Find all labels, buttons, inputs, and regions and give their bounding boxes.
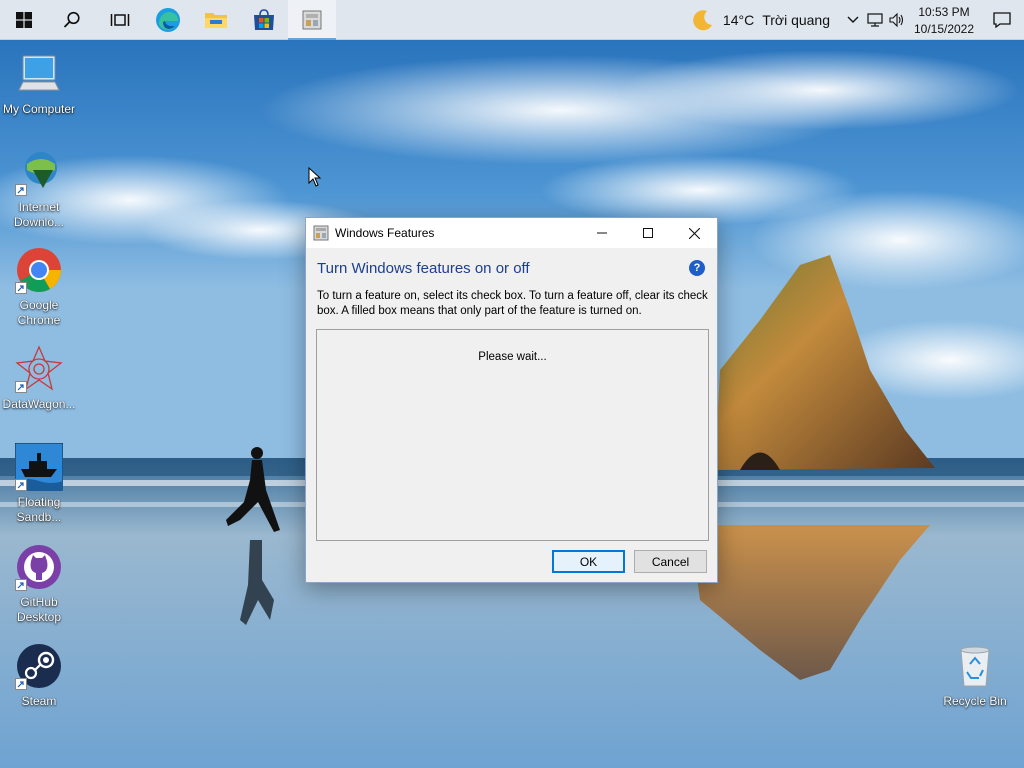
recycle-bin-icon [960, 646, 990, 687]
desktop-icon-floating-sandbox[interactable]: Floating Sandb... [0, 442, 78, 525]
action-center-button[interactable] [980, 0, 1024, 40]
desktop-icon-steam[interactable]: Steam [0, 642, 78, 709]
desktop-icon-github-desktop[interactable]: GitHub Desktop [0, 543, 78, 625]
system-tray: 14°C Trời quang 10:53 PM 10/15/2022 [683, 0, 1024, 40]
desktop-icon-label: My Computer [2, 102, 76, 116]
folder-icon [205, 12, 227, 28]
edge-button[interactable] [144, 0, 192, 40]
desktop-icon-label: Steam [21, 694, 57, 708]
windows-features-taskbar-button[interactable] [288, 0, 336, 40]
shortcut-arrow-icon [15, 579, 27, 591]
shortcut-arrow-icon [15, 678, 27, 690]
weather-temperature: 14°C [722, 11, 755, 28]
computer-icon [18, 55, 60, 91]
dialog-heading: Turn Windows features on or off [317, 260, 530, 277]
windows-features-icon [313, 225, 329, 241]
network-icon [867, 12, 883, 27]
edge-icon [156, 7, 180, 32]
file-explorer-button[interactable] [192, 0, 240, 40]
shortcut-arrow-icon [15, 479, 27, 491]
desktop-icon-label: Google Chrome [17, 298, 61, 327]
mouse-cursor-icon [308, 167, 322, 187]
volume-button[interactable] [886, 0, 908, 40]
help-icon[interactable]: ? [689, 260, 705, 276]
desktop-icon-datawagon[interactable]: DataWagon... [0, 345, 78, 412]
desktop-icon-google-chrome[interactable]: Google Chrome [0, 246, 78, 328]
maximize-button[interactable] [625, 218, 671, 248]
show-hidden-icons-button[interactable] [842, 0, 864, 40]
dialog-titlebar[interactable]: Windows Features [306, 218, 717, 248]
close-icon [688, 227, 700, 239]
windows-features-icon [302, 10, 322, 29]
chevron-up-icon [847, 16, 859, 23]
windows-logo-icon [16, 11, 32, 28]
network-button[interactable] [864, 0, 886, 40]
clock-date: 10/15/2022 [913, 21, 975, 36]
maximize-icon [643, 228, 653, 238]
minimize-button[interactable] [579, 218, 625, 248]
volume-icon [889, 12, 904, 27]
close-button[interactable] [671, 218, 717, 248]
loading-status: Please wait... [478, 351, 547, 363]
weather-condition: Trời quang [762, 11, 830, 28]
cancel-button[interactable]: Cancel [634, 550, 707, 573]
task-view-icon [110, 13, 130, 26]
weather-widget[interactable]: 14°C Trời quang [683, 8, 842, 32]
desktop-icon-my-computer[interactable]: My Computer [0, 50, 78, 117]
shortcut-arrow-icon [15, 381, 27, 393]
notification-icon [993, 11, 1011, 28]
features-tree[interactable]: Please wait... [316, 329, 709, 541]
search-button[interactable] [48, 0, 96, 40]
task-view-button[interactable] [96, 0, 144, 40]
moon-icon [693, 9, 712, 30]
taskbar: 14°C Trời quang 10:53 PM 10/15/2022 [0, 0, 1024, 40]
desktop-icon-label: GitHub Desktop [16, 595, 62, 624]
start-button[interactable] [0, 0, 48, 40]
clock-time: 10:53 PM [918, 4, 970, 19]
dialog-description: To turn a feature on, select its check b… [317, 290, 708, 317]
dialog-title: Windows Features [335, 226, 435, 240]
shortcut-arrow-icon [15, 282, 27, 294]
windows-features-dialog: Windows Features Turn Windows features o… [305, 217, 718, 583]
store-icon [254, 8, 274, 30]
minimize-icon [597, 232, 607, 234]
ok-button[interactable]: OK [552, 550, 625, 573]
search-icon [63, 11, 80, 28]
desktop-icon-recycle-bin[interactable]: Recycle Bin [936, 642, 1014, 709]
desktop-icon-label: DataWagon... [2, 397, 76, 411]
desktop-icon-label: Internet Downlo... [13, 200, 65, 229]
shortcut-arrow-icon [15, 184, 27, 196]
clock[interactable]: 10:53 PM 10/15/2022 [908, 2, 980, 38]
store-button[interactable] [240, 0, 288, 40]
desktop-icon-label: Floating Sandb... [16, 495, 62, 524]
desktop-icon-internet-download-manager[interactable]: Internet Downlo... [0, 148, 78, 230]
desktop-icon-label: Recycle Bin [943, 694, 1007, 708]
